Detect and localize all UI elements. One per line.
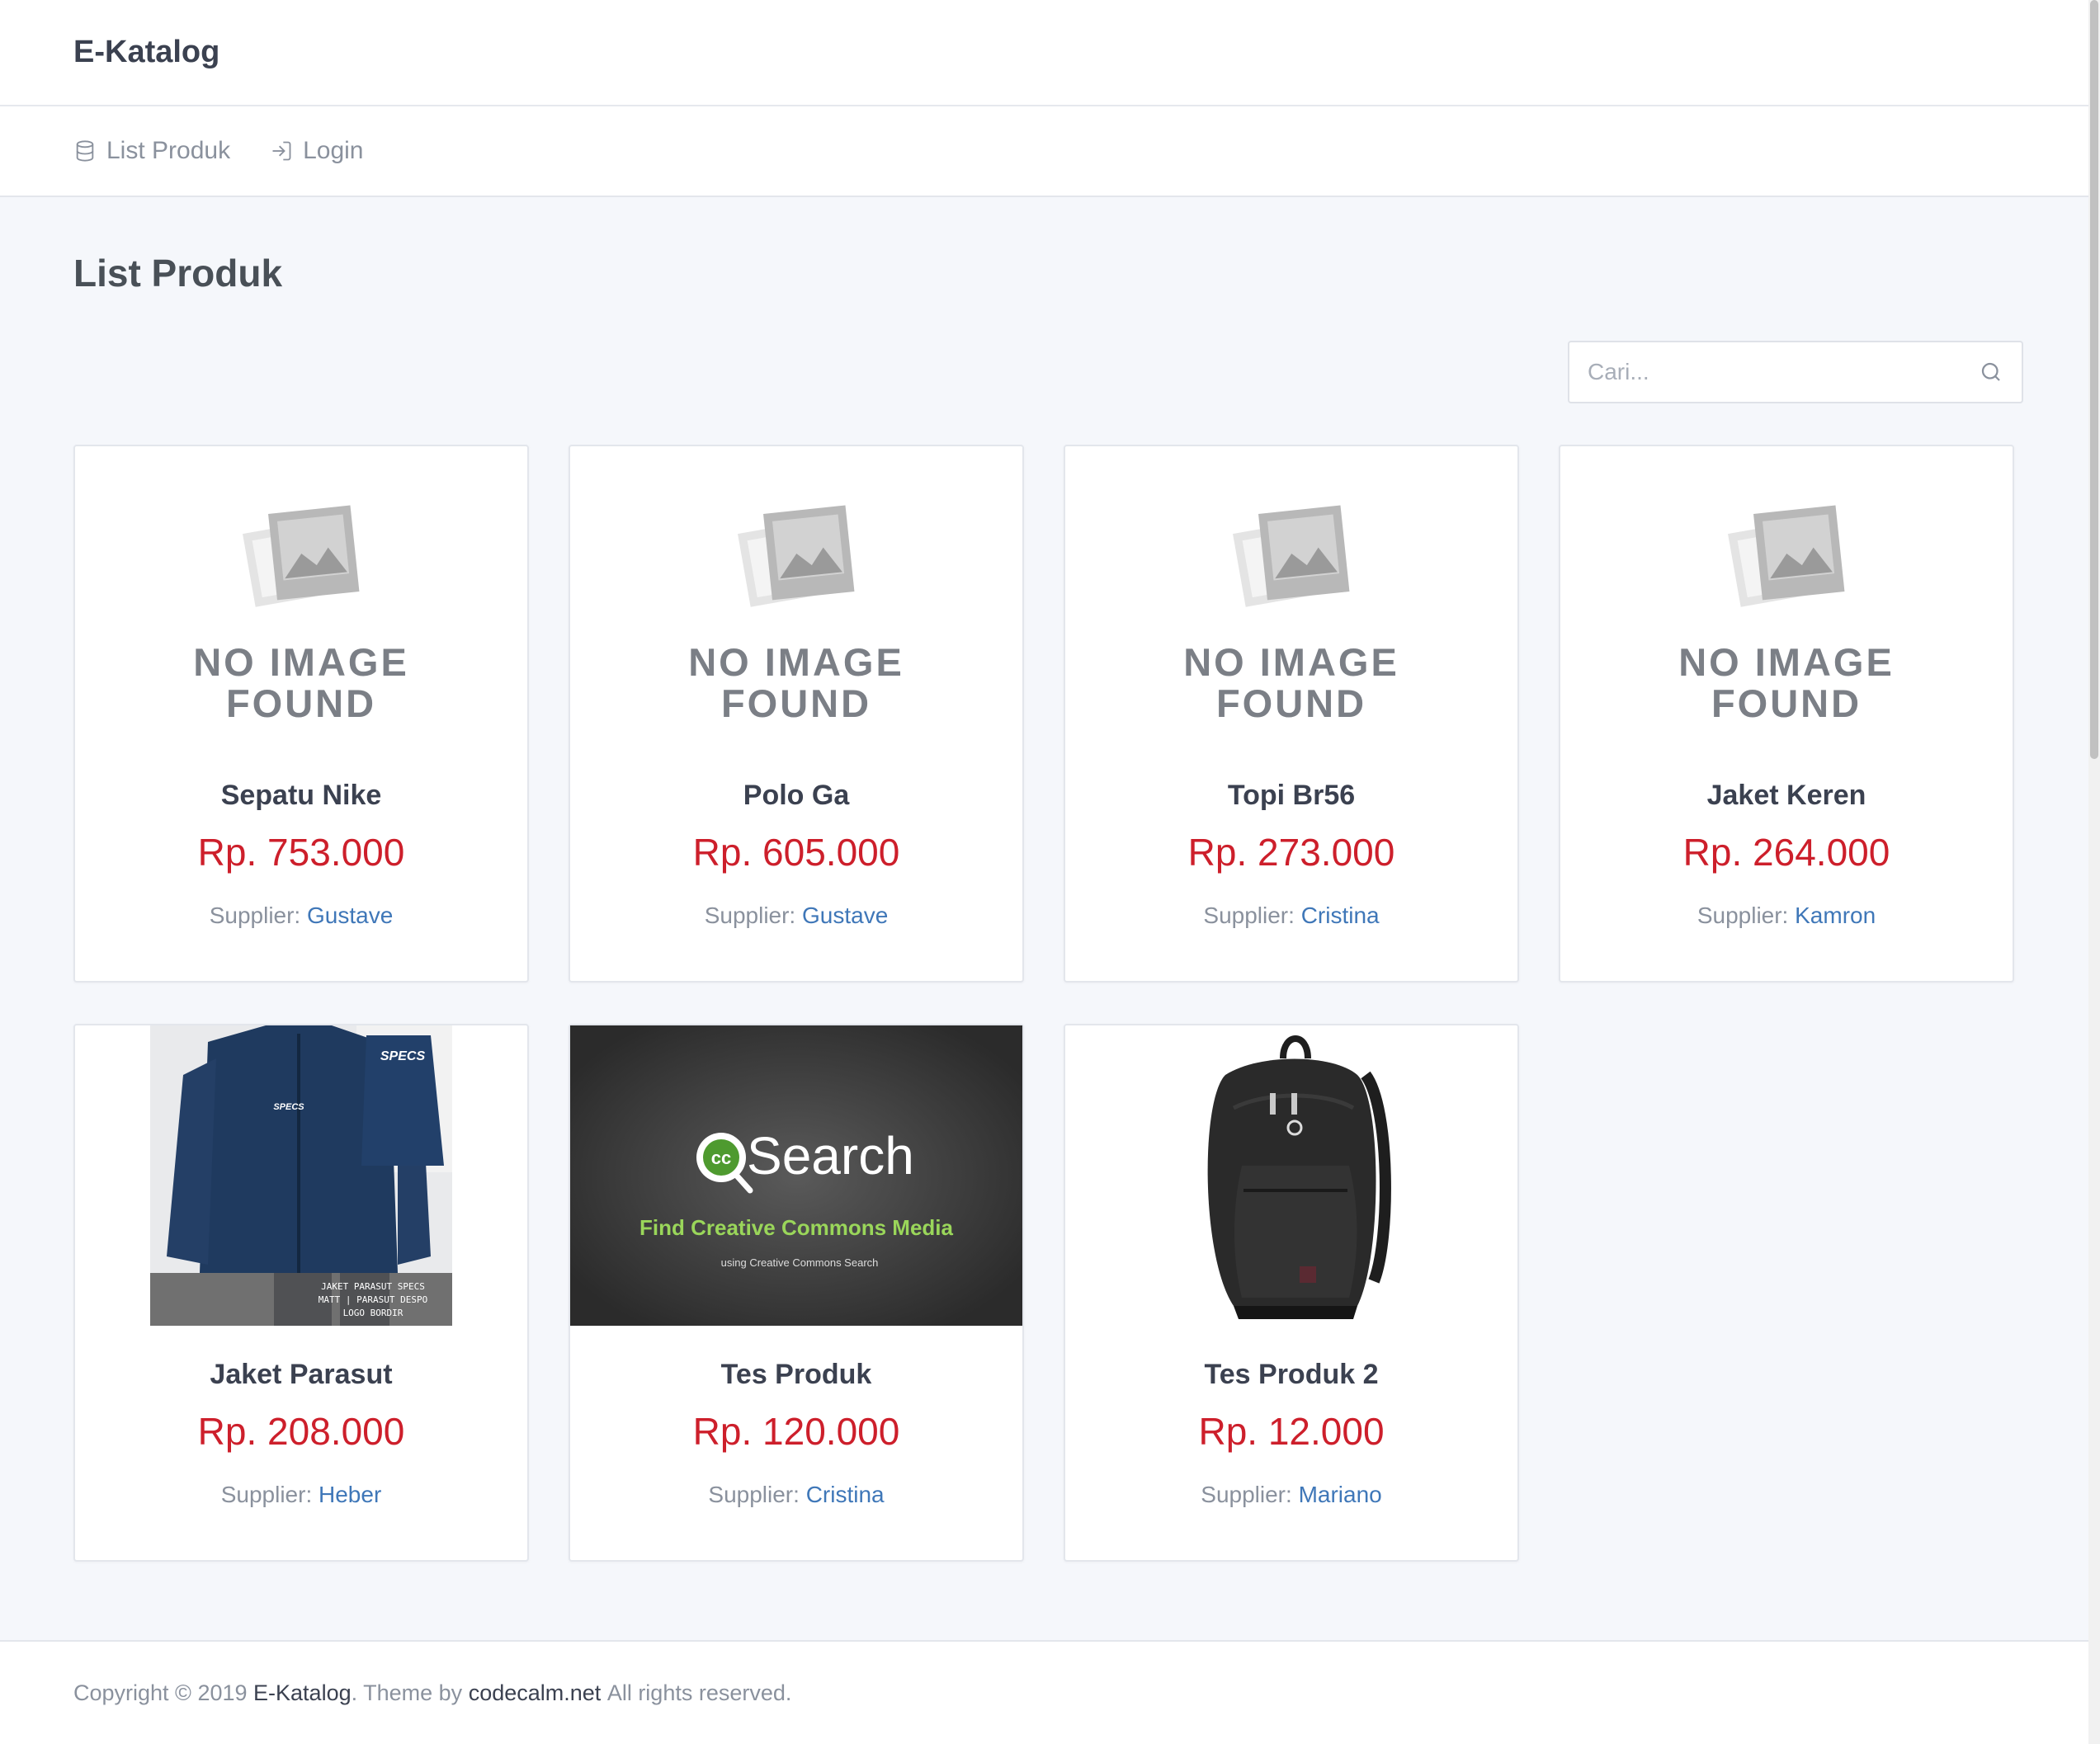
jacket-photo: SPECS SPECS JAKET PARASUT SPECS MATT | P… [150,1025,452,1326]
svg-text:JAKET PARASUT SPECS: JAKET PARASUT SPECS [321,1281,425,1292]
product-card[interactable]: NO IMAGE FOUND Topi Br56 Rp. 273.000 Sup… [1064,445,1519,983]
nav-item-label: Login [303,137,364,164]
product-name[interactable]: Tes Produk 2 [1205,1359,1379,1391]
product-image[interactable]: NO IMAGE FOUND [75,446,527,747]
footer-brand-link[interactable]: E-Katalog [253,1680,352,1706]
product-price: Rp. 273.000 [1187,831,1395,874]
product-supplier: Supplier: Cristina [1203,903,1380,928]
product-card[interactable]: cc Search Find Creative Commons Media us… [569,1024,1024,1562]
product-image[interactable] [1065,1025,1517,1326]
nav-bar: List Produk Login [0,106,2100,197]
product-image[interactable]: cc Search Find Creative Commons Media us… [570,1025,1022,1326]
page-title: List Produk [73,252,283,295]
product-image[interactable]: NO IMAGE FOUND [1560,446,2013,747]
product-grid: NO IMAGE FOUND Sepatu Nike Rp. 753.000 S… [73,445,2027,1562]
svg-text:using Creative Commons Search: using Creative Commons Search [721,1256,879,1269]
search-icon[interactable] [1979,360,2003,384]
search-box [1568,341,2023,403]
no-image-text: NO IMAGE FOUND [1183,640,1399,725]
no-image-placeholder: NO IMAGE FOUND [193,469,409,724]
photo-placeholder-icon [1728,505,1845,607]
nav-item-label: List Produk [106,137,231,164]
supplier-link[interactable]: Mariano [1299,1482,1382,1507]
product-price: Rp. 120.000 [692,1410,900,1453]
footer-theme-by: . Theme by [351,1680,463,1705]
product-price: Rp. 753.000 [197,831,405,874]
search-input[interactable] [1588,359,1979,385]
product-card[interactable]: Tes Produk 2 Rp. 12.000 Supplier: Marian… [1064,1024,1519,1562]
photo-placeholder-icon [1233,505,1350,607]
product-card[interactable]: NO IMAGE FOUND Polo Ga Rp. 605.000 Suppl… [569,445,1024,983]
svg-text:SPECS: SPECS [273,1102,304,1112]
supplier-link[interactable]: Heber [319,1482,381,1507]
product-name[interactable]: Jaket Keren [1707,780,1866,812]
no-image-placeholder: NO IMAGE FOUND [1183,469,1399,724]
no-image-placeholder: NO IMAGE FOUND [688,469,904,724]
product-name[interactable]: Sepatu Nike [221,780,382,812]
product-supplier: Supplier: Heber [220,1482,382,1507]
svg-text:Search: Search [747,1126,914,1185]
database-icon [76,140,94,162]
product-card[interactable]: NO IMAGE FOUND Sepatu Nike Rp. 753.000 S… [73,445,529,983]
nav-item-list-produk[interactable]: List Produk [73,137,230,165]
supplier-link[interactable]: Gustave [802,903,888,928]
svg-text:Find Creative Commons Media: Find Creative Commons Media [639,1215,953,1240]
login-icon [272,141,291,161]
product-price: Rp. 208.000 [197,1410,405,1453]
scrollbar-thumb[interactable] [2090,0,2098,759]
nav-item-login[interactable]: Login [270,137,363,165]
svg-text:MATT | PARASUT DESPO: MATT | PARASUT DESPO [319,1294,427,1305]
svg-text:LOGO BORDIR: LOGO BORDIR [343,1308,403,1318]
product-supplier: Supplier: Cristina [708,1482,885,1507]
supplier-link[interactable]: Gustave [307,903,393,928]
supplier-link[interactable]: Kamron [1795,903,1876,928]
product-supplier: Supplier: Mariano [1201,1482,1382,1507]
footer-theme-link[interactable]: codecalm.net [469,1680,602,1706]
product-name[interactable]: Polo Ga [743,780,849,812]
no-image-text: NO IMAGE FOUND [1678,640,1895,725]
footer-rights: All rights reserved. [606,1680,792,1705]
photo-placeholder-icon [738,505,855,607]
product-name[interactable]: Tes Produk [721,1359,872,1391]
page: E-Katalog List Produk Login List Produk [0,0,2100,1744]
product-name[interactable]: Jaket Parasut [210,1359,392,1391]
no-image-text: NO IMAGE FOUND [193,640,409,725]
no-image-placeholder: NO IMAGE FOUND [1678,469,1895,724]
product-supplier: Supplier: Gustave [209,903,394,928]
supplier-link[interactable]: Cristina [1301,903,1380,928]
product-price: Rp. 264.000 [1682,831,1890,874]
product-name[interactable]: Topi Br56 [1228,780,1355,812]
supplier-link[interactable]: Cristina [806,1482,885,1507]
svg-text:SPECS: SPECS [380,1049,426,1063]
product-supplier: Supplier: Gustave [704,903,889,928]
product-price: Rp. 12.000 [1198,1410,1385,1453]
product-price: Rp. 605.000 [692,831,900,874]
header: E-Katalog [0,0,2100,106]
photo-placeholder-icon [243,505,360,607]
product-supplier: Supplier: Kamron [1697,903,1876,928]
brand-logo[interactable]: E-Katalog [73,35,219,70]
product-card[interactable]: NO IMAGE FOUND Jaket Keren Rp. 264.000 S… [1559,445,2014,983]
product-image[interactable]: NO IMAGE FOUND [1065,446,1517,747]
no-image-text: NO IMAGE FOUND [688,640,904,725]
svg-text:cc: cc [711,1148,731,1168]
backpack-photo [1168,1025,1415,1326]
product-image[interactable]: NO IMAGE FOUND [570,446,1022,747]
product-card[interactable]: SPECS SPECS JAKET PARASUT SPECS MATT | P… [73,1024,529,1562]
search-row [73,341,2027,403]
main-content: List Produk Cari... NO IMAGE FOUND Sepat… [0,248,2100,1562]
footer-copyright: Copyright © 2019 [73,1680,248,1705]
footer: Copyright © 2019 E-Katalog. Theme by cod… [0,1640,2100,1744]
product-image[interactable]: SPECS SPECS JAKET PARASUT SPECS MATT | P… [75,1025,527,1326]
scrollbar[interactable] [2088,0,2100,1744]
cc-search-banner: cc Search Find Creative Commons Media us… [570,1025,1022,1326]
